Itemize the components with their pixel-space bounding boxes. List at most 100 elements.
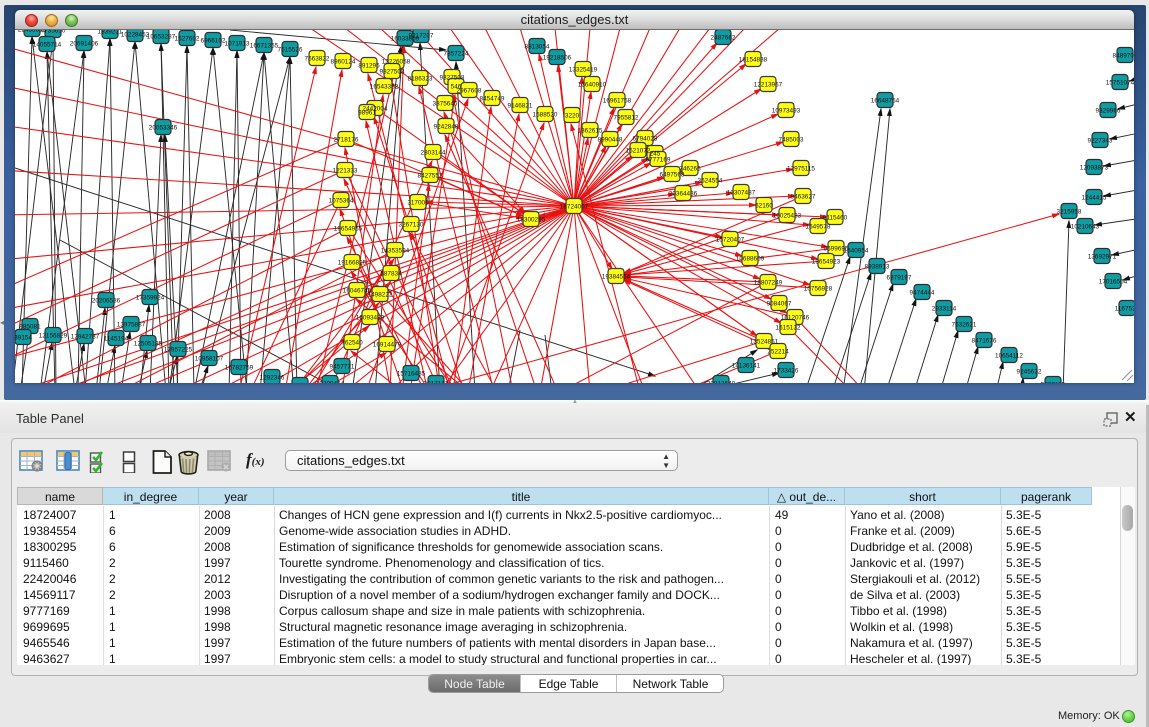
svg-text:17016504: 17016504 [1099,278,1128,285]
svg-text:10228452: 10228452 [121,31,150,38]
svg-text:10210643: 10210643 [1071,223,1100,230]
svg-text:12093873: 12093873 [1080,164,1109,171]
svg-text:13975887: 13975887 [117,321,146,328]
svg-text:19384554: 19384554 [602,273,631,280]
svg-text:20053346: 20053346 [149,124,178,131]
svg-text:1733426: 1733426 [774,367,799,374]
svg-text:1498222: 1498222 [368,291,393,298]
svg-text:19299464: 19299464 [316,380,345,383]
svg-text:9227343: 9227343 [1088,137,1113,144]
svg-text:1839221: 1839221 [98,30,123,35]
svg-text:8960124: 8960124 [331,58,356,65]
svg-text:1075364: 1075364 [329,197,354,204]
svg-text:10654112: 10654112 [995,352,1023,359]
svg-text:10307487: 10307487 [727,189,756,196]
svg-text:587834: 587834 [380,270,402,277]
svg-text:14136141: 14136141 [732,362,761,369]
svg-text:2967608: 2967608 [457,87,482,94]
svg-text:20813640: 20813640 [707,380,736,383]
svg-text:2933114: 2933114 [932,305,957,312]
svg-text:3624554: 3624554 [698,177,723,184]
svg-text:16914479: 16914479 [373,341,402,348]
svg-text:3917183: 3917183 [424,380,449,383]
svg-text:19218506: 19218506 [543,54,572,61]
svg-text:9115460: 9115460 [823,214,848,221]
svg-text:1167533: 1167533 [1115,305,1134,312]
svg-text:8813054: 8813054 [525,43,550,50]
svg-text:17957225: 17957225 [164,346,193,353]
svg-text:62160: 62160 [755,202,773,209]
svg-text:10756928: 10756928 [804,285,833,292]
svg-text:18807249: 18807249 [754,279,783,286]
svg-text:317006: 317006 [407,199,429,206]
svg-text:13325419: 13325419 [569,66,598,73]
svg-text:9084067: 9084067 [767,300,792,307]
svg-text:16782759: 16782759 [225,364,254,371]
svg-text:14055714: 14055714 [33,41,62,48]
svg-text:12942737: 12942737 [71,333,100,340]
svg-text:14353594: 14353594 [381,247,410,254]
svg-text:19654923: 19654923 [812,258,841,265]
svg-text:20691406: 20691406 [70,40,99,47]
svg-text:12975115: 12975115 [787,165,815,172]
svg-text:16648754: 16648754 [871,97,900,104]
svg-text:8186323: 8186323 [408,75,433,82]
svg-text:9327503: 9327503 [380,68,405,75]
svg-text:762540: 762540 [341,339,363,346]
svg-text:17359924: 17359924 [136,294,165,301]
svg-text:6794028: 6794028 [633,135,658,142]
svg-text:16961758: 16961758 [603,97,632,104]
svg-text:4439167: 4439167 [288,382,313,383]
svg-text:3220: 3220 [565,112,580,119]
svg-text:6966102: 6966102 [201,37,226,44]
svg-text:8990448: 8990448 [598,136,623,143]
svg-text:15720407: 15720407 [716,236,745,243]
svg-text:19166825: 19166825 [338,259,367,266]
svg-text:8938913: 8938913 [865,263,890,270]
svg-text:3875645: 3875645 [433,100,458,107]
svg-text:15716485: 15716485 [397,370,426,377]
svg-text:10958107: 10958107 [195,355,224,362]
svg-text:7485003: 7485003 [779,136,804,143]
svg-text:891295: 891295 [358,62,380,69]
svg-text:9457771: 9457771 [330,363,355,370]
svg-text:1071913: 1071913 [225,40,250,47]
svg-text:3267130: 3267130 [399,221,424,228]
svg-text:20364436: 20364436 [669,190,698,197]
svg-text:3215958: 3215958 [1057,208,1082,215]
svg-text:1362615: 1362615 [578,127,603,134]
svg-text:6497568: 6497568 [660,171,685,178]
svg-text:8471676: 8471676 [972,337,997,344]
svg-text:18724007: 18724007 [560,203,589,210]
svg-text:746266: 746266 [679,165,701,172]
svg-text:1621072: 1621072 [626,147,651,154]
svg-text:985081: 985081 [19,323,41,330]
svg-text:9777169: 9777169 [646,156,671,163]
svg-text:18300295: 18300295 [517,216,546,223]
svg-text:9699695: 9699695 [824,245,849,252]
svg-text:13692971: 13692971 [1088,253,1117,260]
svg-text:7515526: 7515526 [278,46,303,53]
svg-text:10025433: 10025433 [773,212,802,219]
svg-text:39154: 39154 [15,334,32,341]
svg-text:9463627: 9463627 [791,193,816,200]
svg-text:16543382: 16543382 [370,83,399,90]
svg-text:13226058: 13226058 [382,58,411,65]
svg-text:1292346: 1292346 [260,374,285,381]
svg-text:1615132: 1615132 [776,324,801,331]
svg-text:12213967: 12213967 [754,81,783,88]
svg-text:9327508: 9327508 [440,74,465,81]
svg-text:19654955: 19654955 [334,225,363,232]
svg-text:8427552: 8427552 [418,172,443,179]
svg-text:7663822: 7663822 [305,55,330,62]
svg-text:16671355: 16671355 [250,42,279,49]
svg-text:7955812: 7955812 [614,114,639,121]
svg-text:98961: 98961 [358,109,376,116]
svg-text:6379197: 6379197 [887,274,912,281]
svg-text:9146821: 9146821 [508,102,533,109]
svg-text:16120746: 16120746 [781,314,810,321]
svg-text:1588520: 1588520 [533,111,558,118]
svg-text:4735650: 4735650 [41,30,66,34]
svg-text:252214: 252214 [767,348,789,355]
svg-text:7632621: 7632621 [952,321,977,328]
